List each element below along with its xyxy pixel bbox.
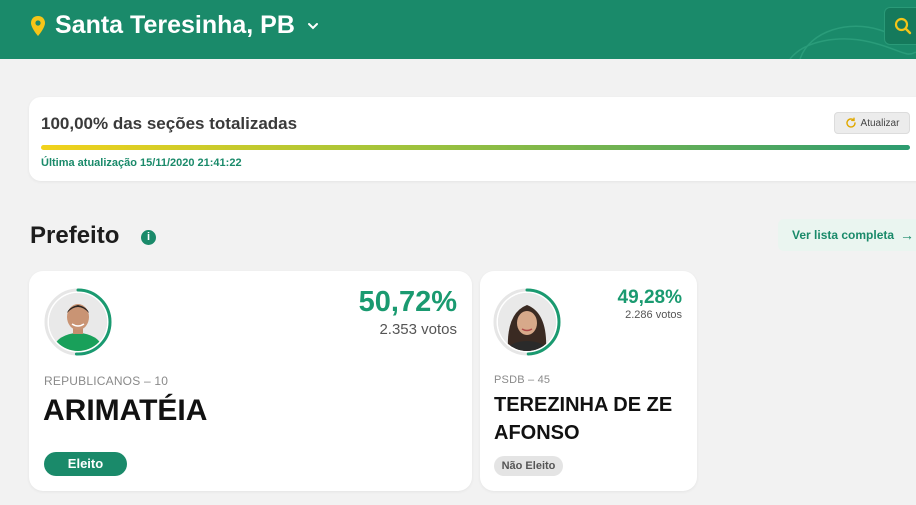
candidate-name: ARIMATÉIA	[43, 394, 208, 427]
top-bar: Santa Teresinha, PB	[0, 0, 916, 59]
vote-count: 2.353 votos	[379, 321, 457, 338]
search-button[interactable]	[884, 7, 916, 45]
refresh-icon	[845, 117, 856, 128]
chevron-down-icon[interactable]	[306, 19, 320, 33]
city-selector-label[interactable]: Santa Teresinha, PB	[55, 11, 295, 40]
full-list-label: Ver lista completa	[792, 228, 895, 242]
location-pin-icon	[31, 16, 45, 36]
party-label: REPUBLICANOS – 10	[44, 374, 169, 388]
info-icon[interactable]: i	[141, 230, 156, 245]
vote-percentage: 50,72%	[358, 286, 457, 318]
refresh-label: Atualizar	[860, 117, 900, 129]
vote-count: 2.286 votos	[625, 309, 682, 321]
candidate-photo	[49, 293, 107, 351]
candidate-name: TEREZINHA DE ZE AFONSO	[494, 394, 673, 444]
status-badge: Eleito	[44, 452, 127, 476]
status-badge: Não Eleito	[494, 456, 563, 476]
totalization-progress-fill	[41, 145, 910, 150]
arrow-right-icon: →	[900, 227, 915, 243]
totalization-progress-bar	[41, 145, 910, 150]
full-list-link[interactable]: Ver lista completa →	[778, 219, 916, 251]
search-icon	[894, 17, 912, 35]
candidate-card[interactable]: 49,28% 2.286 votos PSDB – 45 TEREZINHA D…	[480, 271, 697, 491]
totalization-card: 100,00% das seções totalizadas Atualizar…	[29, 97, 916, 181]
last-update-timestamp: Última atualização 15/11/2020 21:41:22	[41, 157, 242, 169]
refresh-button[interactable]: Atualizar	[834, 112, 910, 134]
party-label: PSDB – 45	[494, 374, 551, 386]
totalization-status: 100,00% das seções totalizadas	[41, 114, 298, 133]
candidate-photo	[498, 293, 556, 351]
candidate-card[interactable]: 50,72% 2.353 votos REPUBLICANOS – 10 ARI…	[29, 271, 472, 491]
vote-percentage: 49,28%	[617, 287, 682, 308]
section-title: Prefeito	[30, 222, 120, 249]
